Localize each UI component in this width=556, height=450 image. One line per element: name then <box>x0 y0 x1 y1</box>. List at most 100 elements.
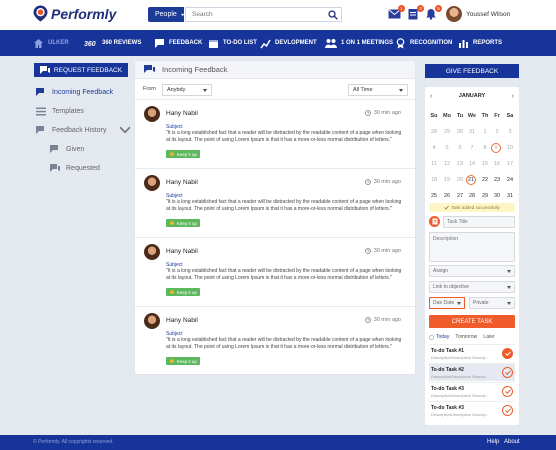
sidebar-item-requested[interactable]: Requested <box>50 164 100 173</box>
todo-item-selected[interactable]: To-do Task #2 DescriptionDescription Des… <box>429 363 515 381</box>
tag-label: Keep it up <box>176 289 197 295</box>
link-objective-select[interactable]: Link to objective <box>429 281 515 293</box>
calendar-day[interactable]: 7 <box>466 143 478 153</box>
calendar-day[interactable]: 17 <box>504 159 516 169</box>
description-input[interactable] <box>429 232 515 262</box>
create-task-button[interactable]: CREATE TASK <box>429 315 515 328</box>
calendar-day[interactable]: 21 <box>466 175 476 185</box>
calendar-day[interactable]: 30 <box>491 191 503 201</box>
logo[interactable]: Performly <box>33 5 116 22</box>
feedback-item[interactable]: Hany Nabil 30 min ago Subject "It is a l… <box>135 237 415 305</box>
user-menu[interactable]: Youssef Wilson <box>446 6 510 22</box>
chevron-down-icon <box>457 302 461 305</box>
calendar-day[interactable]: 15 <box>479 159 491 169</box>
main-nav: ULKER 360 360 REVIEWS FEEDBACK TO-DO LIS… <box>0 30 556 56</box>
check-circle-icon[interactable] <box>502 386 513 397</box>
give-feedback-button[interactable]: GIVE FEEDBACK <box>425 64 519 78</box>
sidebar-item-incoming[interactable]: Incoming Feedback <box>36 88 113 97</box>
calendar-day[interactable]: 25 <box>428 191 440 201</box>
bell-icon[interactable]: 5 <box>425 5 442 20</box>
nav-label: DEVLOPMENT <box>275 40 317 46</box>
request-feedback-button[interactable]: REQUEST FEEDBACK <box>34 63 128 77</box>
feedback-item[interactable]: Hany Nabil 30 min ago Subject "It is a l… <box>135 99 415 167</box>
calendar-day[interactable]: 11 <box>428 159 440 169</box>
sender-name: Hany Nabil <box>166 317 198 324</box>
calendar-day[interactable]: 29 <box>479 191 491 201</box>
calendar-day[interactable]: 31 <box>504 191 516 201</box>
task-title-input[interactable] <box>443 216 515 228</box>
panel-header: Incoming Feedback <box>135 61 415 79</box>
nav-item-feedback[interactable]: FEEDBACK <box>154 38 202 49</box>
nav-item-recognition[interactable]: RECOGNITION <box>395 37 453 49</box>
calendar-day[interactable]: 26 <box>441 191 453 201</box>
sidebar-item-given[interactable]: Given <box>50 145 84 154</box>
calendar-day[interactable]: 9 <box>491 143 501 153</box>
todo-item[interactable]: To-do Task #1 DescriptionDescription Des… <box>429 344 515 362</box>
tab-today[interactable]: Today <box>429 334 449 340</box>
calendar-day[interactable]: 13 <box>454 159 466 169</box>
check-circle-icon[interactable] <box>502 405 513 416</box>
calendar-day[interactable]: 19 <box>441 175 453 185</box>
search-scope-select[interactable]: People <box>148 7 184 22</box>
search-input[interactable] <box>192 11 327 18</box>
search-icon[interactable] <box>328 10 338 20</box>
calendar-day[interactable]: 30 <box>454 127 466 137</box>
calendar-day[interactable]: 20 <box>454 175 466 185</box>
clipboard-icon[interactable]: 3 <box>407 5 424 20</box>
from-select[interactable]: Anybdy <box>162 84 212 96</box>
check-circle-icon[interactable] <box>502 348 513 359</box>
time-text: 30 min ago <box>373 110 401 116</box>
nav-item-meetings[interactable]: 1 ON 1 MEETINGS <box>325 38 393 49</box>
feedback-item[interactable]: Hany Nabil 30 min ago Subject "It is a l… <box>135 168 415 236</box>
sidebar-item-history[interactable]: Feedback History <box>36 126 131 135</box>
footer-link-help[interactable]: Help <box>487 439 499 445</box>
calendar-day[interactable]: 5 <box>441 143 453 153</box>
calendar-day[interactable]: 12 <box>441 159 453 169</box>
time-filter-select[interactable]: All Time <box>348 84 408 96</box>
calendar-day[interactable]: 14 <box>466 159 478 169</box>
assign-select[interactable]: Assign <box>429 265 515 277</box>
calendar-day[interactable]: 18 <box>428 175 440 185</box>
chevron-right-icon[interactable]: › <box>512 93 514 100</box>
todo-title: To-do Task #1 <box>431 348 464 354</box>
calendar-day[interactable]: 29 <box>441 127 453 137</box>
nav-item-360-reviews[interactable]: 360 360 REVIEWS <box>84 38 141 49</box>
feedback-body: "It is a long established fact that a re… <box>166 337 402 350</box>
check-circle-icon[interactable] <box>502 367 513 378</box>
calendar-day[interactable]: 23 <box>491 175 503 185</box>
nav-label: RECOGNITION <box>410 40 453 46</box>
calendar-day[interactable]: 1 <box>479 127 491 137</box>
tab-later[interactable]: Later <box>483 334 494 340</box>
calendar-day[interactable]: 16 <box>491 159 503 169</box>
calendar-day[interactable]: 22 <box>479 175 491 185</box>
mail-icon[interactable]: 1 <box>388 5 405 19</box>
privacy-select[interactable]: Private <box>469 297 515 309</box>
calendar-day[interactable]: 28 <box>428 127 440 137</box>
chevron-down-icon <box>399 89 403 92</box>
nav-item-reports[interactable]: REPORTS <box>458 38 502 49</box>
nav-item-development[interactable]: DEVLOPMENT <box>260 38 317 49</box>
calendar-day[interactable]: 31 <box>466 127 478 137</box>
nav-item-home[interactable]: ULKER <box>33 38 69 49</box>
todo-item[interactable]: To-do Task #3 DescriptionDescription Des… <box>429 382 515 400</box>
tab-tomorrow[interactable]: Tomorrow <box>455 334 477 340</box>
calendar-day[interactable]: 8 <box>479 143 491 153</box>
sender-name: Hany Nabil <box>166 110 198 117</box>
calendar-day[interactable]: 24 <box>504 175 516 185</box>
calendar-day[interactable]: 3 <box>504 127 516 137</box>
todo-item[interactable]: To-do Task #3 DescriptionDescription Des… <box>429 401 515 419</box>
calendar-day[interactable]: 4 <box>428 143 440 153</box>
due-date-select[interactable]: Due Date <box>429 297 465 309</box>
weekday-label: Sa <box>506 113 514 119</box>
calendar-day[interactable]: 27 <box>454 191 466 201</box>
nav-item-todo[interactable]: TO-DO LIST <box>208 38 257 49</box>
calendar-day[interactable]: 6 <box>454 143 466 153</box>
footer-link-about[interactable]: About <box>504 439 520 445</box>
calendar-day[interactable]: 2 <box>491 127 503 137</box>
sidebar-item-label: Feedback History <box>52 127 107 134</box>
feedback-item[interactable]: Hany Nabil 30 min ago Subject "It is a l… <box>135 306 415 374</box>
calendar-day[interactable]: 28 <box>466 191 478 201</box>
success-toast: Task added successfully <box>429 203 515 212</box>
calendar-day[interactable]: 10 <box>504 143 516 153</box>
sidebar-item-templates[interactable]: Templates <box>36 107 84 116</box>
